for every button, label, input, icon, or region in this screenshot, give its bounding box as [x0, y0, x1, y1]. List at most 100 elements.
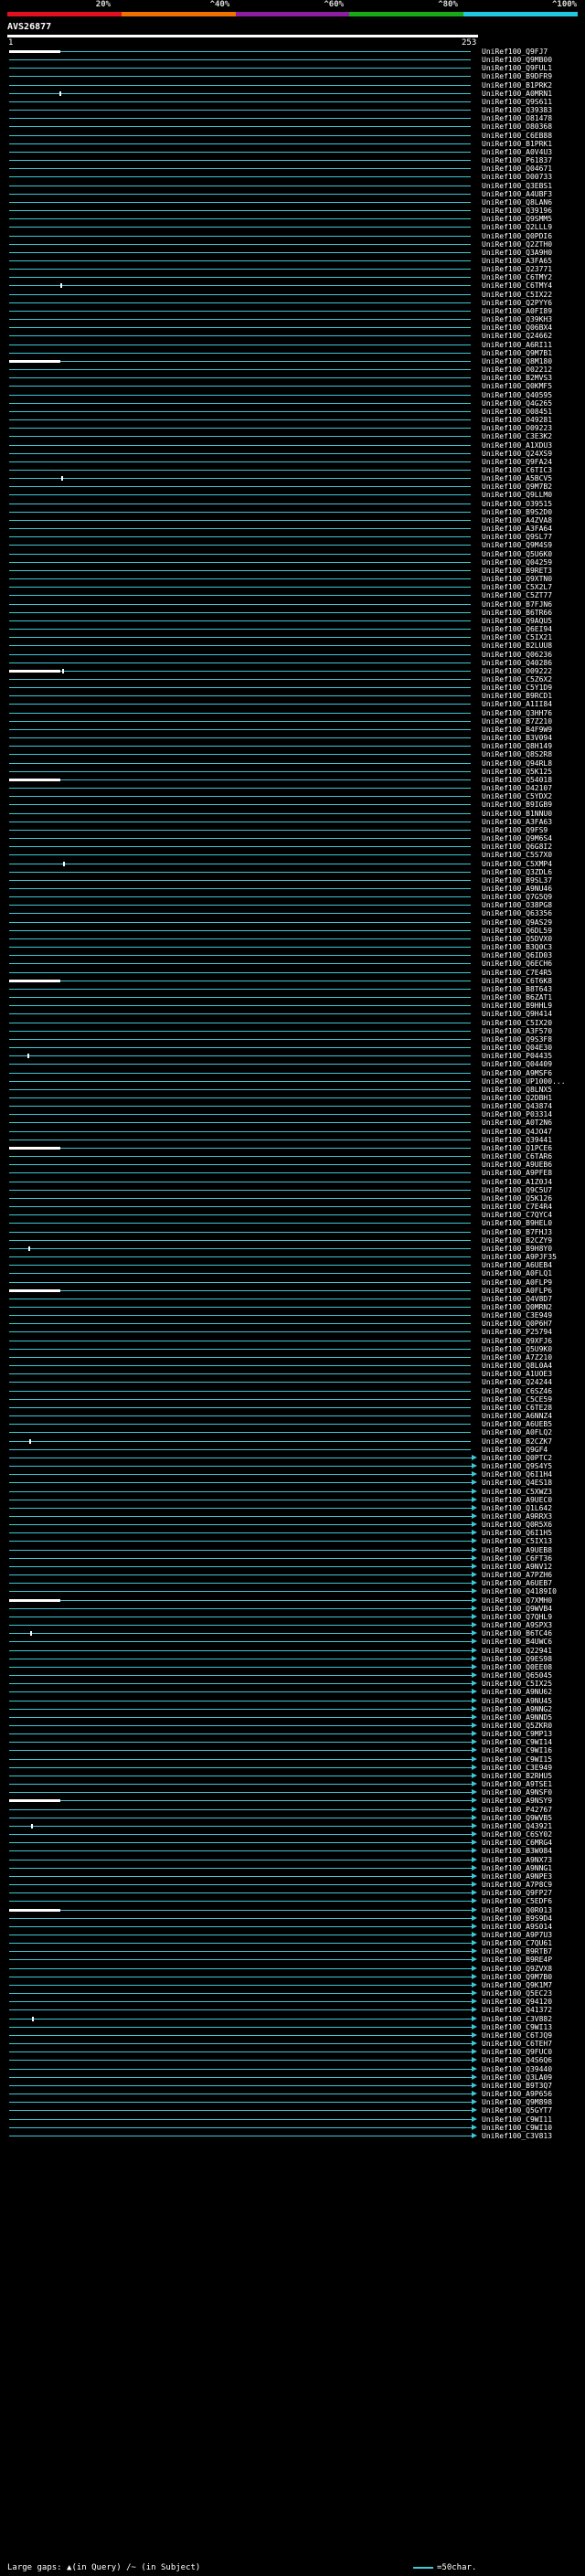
hit-row[interactable]: UniRef100_O81478: [0, 114, 585, 122]
hit-row[interactable]: UniRef100_Q8LNX5: [0, 1086, 585, 1094]
hit-accession-label[interactable]: UniRef100_Q9SL77: [482, 533, 552, 541]
hit-accession-label[interactable]: UniRef100_A0FLQ1: [482, 1269, 552, 1277]
hit-accession-label[interactable]: UniRef100_C3E949: [482, 1764, 552, 1772]
hit-accession-label[interactable]: UniRef100_Q9S4Y5: [482, 1462, 552, 1470]
hit-accession-label[interactable]: UniRef100_C3E3K2: [482, 432, 552, 440]
hit-accession-label[interactable]: UniRef100_C6SY02: [482, 1830, 552, 1839]
hit-row[interactable]: UniRef100_Q9FUC0: [0, 2048, 585, 2056]
hit-accession-label[interactable]: UniRef100_Q6I1H4: [482, 1470, 552, 1479]
hit-accession-label[interactable]: UniRef100_Q9M6S4: [482, 834, 552, 843]
hit-row[interactable]: UniRef100_Q0R013: [0, 1906, 585, 1914]
hit-row[interactable]: UniRef100_B6TR66: [0, 609, 585, 617]
hit-row[interactable]: UniRef100_B9RCD1: [0, 692, 585, 700]
hit-row[interactable]: UniRef100_C7E4R5: [0, 969, 585, 977]
hit-accession-label[interactable]: UniRef100_O81478: [482, 114, 552, 122]
hit-accession-label[interactable]: UniRef100_A9P7U3: [482, 1931, 552, 1939]
hit-row[interactable]: UniRef100_C6TJQ9: [0, 2031, 585, 2040]
hit-accession-label[interactable]: UniRef100_Q63356: [482, 909, 552, 917]
hit-row[interactable]: UniRef100_C9WI15: [0, 1755, 585, 1764]
hit-row[interactable]: UniRef100_UP1000...: [0, 1077, 585, 1086]
hit-accession-label[interactable]: UniRef100_B9RTB7: [482, 1947, 552, 1956]
hit-row[interactable]: UniRef100_Q9WVB5: [0, 1814, 585, 1822]
hit-accession-label[interactable]: UniRef100_C5YDX2: [482, 792, 552, 800]
hit-row[interactable]: UniRef100_C9WI10: [0, 2124, 585, 2132]
hit-row[interactable]: UniRef100_C9WI11: [0, 2115, 585, 2124]
hit-row[interactable]: UniRef100_P25794: [0, 1328, 585, 1336]
hit-accession-label[interactable]: UniRef100_Q0R013: [482, 1906, 552, 1914]
hit-accession-label[interactable]: UniRef100_C7E4R4: [482, 1203, 552, 1211]
hit-row[interactable]: UniRef100_Q5K125: [0, 768, 585, 776]
hit-accession-label[interactable]: UniRef100_A3FA65: [482, 257, 552, 265]
hit-row[interactable]: UniRef100_Q40286: [0, 659, 585, 667]
hit-row[interactable]: UniRef100_C9WI16: [0, 1746, 585, 1754]
hit-accession-label[interactable]: UniRef100_Q9H414: [482, 1010, 552, 1018]
hit-accession-label[interactable]: UniRef100_A1UOE3: [482, 1370, 552, 1378]
hit-accession-label[interactable]: UniRef100_A9UEB6: [482, 1161, 552, 1169]
hit-accession-label[interactable]: UniRef100_C7QU61: [482, 1939, 552, 1947]
hit-row[interactable]: UniRef100_Q9SMM5: [0, 215, 585, 223]
hit-accession-label[interactable]: UniRef100_Q8S2R8: [482, 750, 552, 758]
hit-row[interactable]: UniRef100_Q9M7B2: [0, 482, 585, 491]
hit-accession-label[interactable]: UniRef100_B4F9W9: [482, 726, 552, 734]
hit-row[interactable]: UniRef100_Q0KMF5: [0, 382, 585, 390]
hit-accession-label[interactable]: UniRef100_Q4ES18: [482, 1479, 552, 1487]
hit-row[interactable]: UniRef100_C5Z6X2: [0, 675, 585, 684]
hit-row[interactable]: UniRef100_Q5U9K0: [0, 1345, 585, 1353]
hit-accession-label[interactable]: UniRef100_C5EDF6: [482, 1897, 552, 1905]
hit-row[interactable]: UniRef100_C6TEH7: [0, 2040, 585, 2048]
hit-row[interactable]: UniRef100_A6UEB5: [0, 1420, 585, 1428]
hit-accession-label[interactable]: UniRef100_A7PZH6: [482, 1571, 552, 1579]
hit-accession-label[interactable]: UniRef100_A9UEC0: [482, 1496, 552, 1504]
hit-accession-label[interactable]: UniRef100_O00733: [482, 173, 552, 181]
hit-accession-label[interactable]: UniRef100_Q9C5U7: [482, 1186, 552, 1194]
hit-row[interactable]: UniRef100_A0FI89: [0, 307, 585, 315]
hit-accession-label[interactable]: UniRef100_C5XMP4: [482, 860, 552, 868]
hit-row[interactable]: UniRef100_C5X2L7: [0, 583, 585, 591]
hit-accession-label[interactable]: UniRef100_A6UEB5: [482, 1420, 552, 1428]
hit-row[interactable]: UniRef100_Q5ZKR0: [0, 1722, 585, 1730]
hit-accession-label[interactable]: UniRef100_A0FLP6: [482, 1287, 552, 1295]
hit-row[interactable]: UniRef100_Q8S2R8: [0, 750, 585, 758]
hit-row[interactable]: UniRef100_Q9MB00: [0, 56, 585, 64]
hit-accession-label[interactable]: UniRef100_P03314: [482, 1110, 552, 1118]
hit-accession-label[interactable]: UniRef100_C5XWZ3: [482, 1488, 552, 1496]
hit-row[interactable]: UniRef100_A0FLP6: [0, 1287, 585, 1295]
hit-accession-label[interactable]: UniRef100_C3V813: [482, 2132, 552, 2140]
hit-row[interactable]: UniRef100_Q6I1H4: [0, 1470, 585, 1479]
hit-row[interactable]: UniRef100_A9NV12: [0, 1563, 585, 1571]
hit-accession-label[interactable]: UniRef100_B7FHJ3: [482, 1228, 552, 1236]
hit-accession-label[interactable]: UniRef100_Q0KMF5: [482, 382, 552, 390]
hit-row[interactable]: UniRef100_Q9M7B0: [0, 1973, 585, 1981]
hit-row[interactable]: UniRef100_Q04671: [0, 164, 585, 173]
hit-accession-label[interactable]: UniRef100_P04435: [482, 1052, 552, 1060]
hit-accession-label[interactable]: UniRef100_Q9XTN0: [482, 575, 552, 583]
hit-row[interactable]: UniRef100_Q23771: [0, 265, 585, 273]
hit-row[interactable]: UniRef100_Q9FS9: [0, 826, 585, 834]
hit-row[interactable]: UniRef100_Q6I1H5: [0, 1529, 585, 1537]
hit-accession-label[interactable]: UniRef100_A1Z0J4: [482, 1178, 552, 1186]
hit-accession-label[interactable]: UniRef100_O80368: [482, 122, 552, 131]
hit-accession-label[interactable]: UniRef100_Q7QHL9: [482, 1613, 552, 1621]
hit-row[interactable]: UniRef100_Q9AQU5: [0, 617, 585, 625]
hit-row[interactable]: UniRef100_Q4JO47: [0, 1128, 585, 1136]
hit-row[interactable]: UniRef100_Q7XMH0: [0, 1596, 585, 1605]
hit-accession-label[interactable]: UniRef100_C5IX22: [482, 291, 552, 299]
hit-row[interactable]: UniRef100_A1Z0J4: [0, 1178, 585, 1186]
hit-row[interactable]: UniRef100_Q0P6H7: [0, 1320, 585, 1328]
hit-row[interactable]: UniRef100_C3V813: [0, 2132, 585, 2140]
hit-row[interactable]: UniRef100_Q9FUL1: [0, 64, 585, 72]
hit-row[interactable]: UniRef100_A9NX73: [0, 1856, 585, 1864]
hit-row[interactable]: UniRef100_B2CZK7: [0, 1437, 585, 1446]
hit-row[interactable]: UniRef100_B1NNU0: [0, 810, 585, 818]
hit-accession-label[interactable]: UniRef100_A0FLQ2: [482, 1428, 552, 1436]
hit-accession-label[interactable]: UniRef100_Q9XFJ6: [482, 1337, 552, 1345]
hit-row[interactable]: UniRef100_Q9LLM0: [0, 491, 585, 499]
hit-accession-label[interactable]: UniRef100_A6RI11: [482, 341, 552, 349]
hit-accession-label[interactable]: UniRef100_Q9GF4: [482, 1446, 548, 1454]
hit-row[interactable]: UniRef100_A0FLP9: [0, 1278, 585, 1287]
hit-accession-label[interactable]: UniRef100_A9NNG2: [482, 1705, 552, 1713]
hit-accession-label[interactable]: UniRef100_Q3ZDL6: [482, 868, 552, 876]
hit-row[interactable]: UniRef100_Q1PCE6: [0, 1144, 585, 1152]
hit-row[interactable]: UniRef100_C5IX22: [0, 291, 585, 299]
hit-accession-label[interactable]: UniRef100_Q65045: [482, 1671, 552, 1680]
